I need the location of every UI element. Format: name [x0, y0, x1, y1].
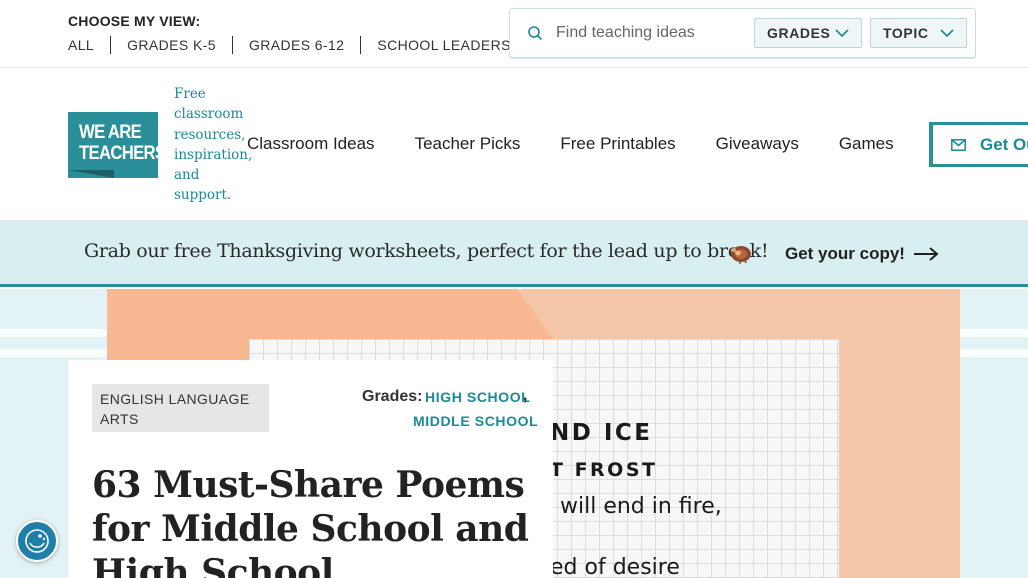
nav-free-printables[interactable]: Free Printables [560, 134, 675, 154]
promo-text: Grab our free Thanksgiving worksheets, p… [84, 240, 769, 262]
main-nav: Classroom Ideas Teacher Picks Free Print… [247, 134, 934, 154]
poem-line: will end in fire, [560, 494, 722, 519]
turkey-icon [731, 246, 751, 264]
site-logo[interactable]: WE ARE TEACHERS [68, 112, 166, 178]
promo-cta-label: Get your copy! [785, 244, 905, 263]
utility-bar: CHOOSE MY VIEW: ALL GRADES K-5 GRADES 6-… [0, 0, 1028, 68]
view-grades-k5-link[interactable]: GRADES K-5 [110, 36, 232, 54]
category-badge[interactable]: ENGLISH LANGUAGE ARTS [92, 384, 269, 432]
article-card: ENGLISH LANGUAGE ARTS Grades: HIGH SCHOO… [68, 360, 553, 578]
grades-dropdown-label: GRADES [767, 25, 831, 41]
choose-view-label: CHOOSE MY VIEW: [68, 13, 201, 29]
site-header: WE ARE TEACHERS Free classroom resources… [0, 68, 1028, 221]
view-grades-612-link[interactable]: GRADES 6-12 [231, 36, 360, 54]
poem-author: T FROST [550, 459, 658, 481]
nav-classroom-ideas[interactable]: Classroom Ideas [247, 134, 375, 154]
view-all-link[interactable]: ALL [68, 36, 110, 54]
accessibility-button[interactable] [16, 520, 58, 562]
grade-high-school-link[interactable]: HIGH SCHOOL [425, 389, 530, 405]
mail-icon [951, 138, 966, 151]
chevron-down-icon [940, 29, 954, 38]
newsletter-button[interactable]: Get Ou [929, 122, 1028, 167]
poem-title: ND ICE [550, 420, 653, 446]
nav-teacher-picks[interactable]: Teacher Picks [415, 134, 521, 154]
grade-separator: , [523, 387, 528, 404]
promo-cta-link[interactable]: Get your copy! [785, 244, 939, 264]
nav-giveaways[interactable]: Giveaways [716, 134, 799, 154]
grades-label: Grades: [362, 388, 423, 405]
accessibility-icon [25, 529, 49, 553]
search-bar: GRADES TOPIC [509, 8, 976, 58]
grades-dropdown[interactable]: GRADES [754, 18, 862, 48]
view-school-leaders-link[interactable]: SCHOOL LEADERS [360, 36, 526, 54]
search-input[interactable] [556, 19, 756, 47]
article-title: 63 Must-Share Poems for Middle School an… [92, 464, 529, 578]
topic-dropdown-label: TOPIC [883, 25, 929, 41]
topic-dropdown[interactable]: TOPIC [870, 18, 967, 48]
chevron-down-icon [835, 29, 849, 38]
newsletter-button-label: Get Ou [980, 134, 1028, 154]
arrow-right-icon [913, 247, 939, 261]
nav-games[interactable]: Games [839, 134, 894, 154]
view-switcher: ALL GRADES K-5 GRADES 6-12 SCHOOL LEADER… [68, 36, 527, 54]
promo-banner: Grab our free Thanksgiving worksheets, p… [0, 221, 1028, 287]
logo-text: WE ARE TEACHERS [79, 122, 166, 164]
poem-line: ed of desire [550, 555, 680, 578]
grade-middle-school-link[interactable]: MIDDLE SCHOOL [413, 413, 538, 429]
site-tagline: Free classroom resources, inspiration, a… [174, 86, 253, 204]
search-icon[interactable] [527, 25, 543, 41]
